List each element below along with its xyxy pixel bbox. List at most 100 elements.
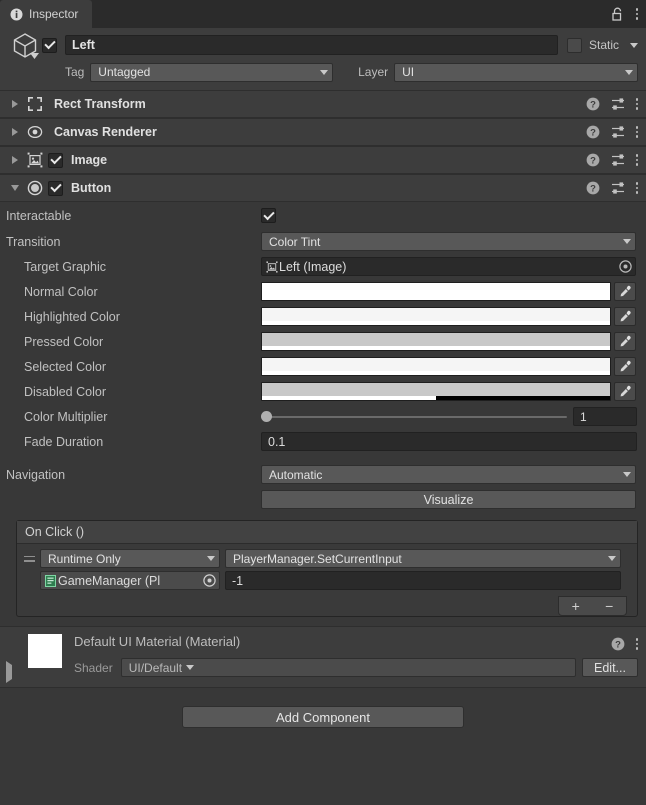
target-graphic-label: Target Graphic [24, 259, 106, 274]
drag-handle-icon[interactable] [23, 555, 35, 562]
remove-event-button[interactable]: − [593, 599, 627, 613]
row-pressed-color: Pressed Color [6, 329, 640, 354]
eyedropper-icon[interactable] [614, 282, 636, 301]
color-multiplier-slider[interactable] [261, 407, 567, 426]
disabled-color-field[interactable] [261, 382, 636, 401]
row-target-graphic: Target Graphic Left (Image) [6, 254, 640, 279]
add-event-button[interactable]: + [559, 599, 593, 613]
material-foldout-icon[interactable] [6, 661, 12, 683]
help-icon[interactable]: ? [586, 153, 600, 167]
foldout-arrow-icon[interactable] [6, 185, 24, 191]
kebab-menu-icon[interactable] [635, 638, 638, 650]
static-checkbox[interactable] [566, 37, 582, 53]
gameobject-name-field[interactable]: Left [65, 35, 558, 55]
static-dropdown-caret-icon[interactable] [630, 42, 638, 48]
svg-text:?: ? [590, 184, 596, 195]
static-toggle-group[interactable]: Static [566, 37, 638, 53]
event-object-value: GameManager (Pl [58, 573, 161, 588]
pressed-color-field[interactable] [261, 332, 636, 351]
eyedropper-icon[interactable] [614, 307, 636, 326]
preset-icon[interactable] [611, 97, 625, 111]
foldout-arrow-icon[interactable] [6, 100, 24, 108]
cube-dropdown-caret-icon[interactable] [30, 48, 39, 62]
tab-inspector[interactable]: Inspector [0, 0, 93, 28]
help-icon[interactable]: ? [586, 181, 600, 195]
color-swatch[interactable] [261, 307, 611, 326]
kebab-menu-icon[interactable] [635, 126, 638, 138]
color-swatch[interactable] [261, 382, 611, 401]
target-graphic-value: Left (Image) [279, 259, 347, 274]
fade-duration-label: Fade Duration [24, 434, 104, 449]
event-argument-input[interactable]: -1 [225, 571, 621, 590]
highlighted-color-field[interactable] [261, 307, 636, 326]
preset-icon[interactable] [611, 125, 625, 139]
help-icon[interactable]: ? [586, 97, 600, 111]
cube-icon[interactable] [8, 31, 42, 59]
normal-color-field[interactable] [261, 282, 636, 301]
visualize-button[interactable]: Visualize [261, 490, 636, 509]
tag-value: Untagged [98, 65, 151, 79]
help-icon[interactable]: ? [586, 125, 600, 139]
event-timing-value: Runtime Only [48, 551, 121, 566]
color-swatch[interactable] [261, 282, 611, 301]
foldout-arrow-icon[interactable] [6, 128, 24, 136]
layer-label: Layer [358, 65, 389, 79]
eyedropper-icon[interactable] [614, 382, 636, 401]
eyedropper-icon[interactable] [614, 357, 636, 376]
kebab-menu-icon[interactable] [635, 182, 638, 194]
selected-color-field[interactable] [261, 357, 636, 376]
component-header-canvas-renderer[interactable]: Canvas Renderer ? [0, 118, 646, 146]
svg-text:?: ? [590, 156, 596, 167]
shader-dropdown[interactable]: UI/Default [120, 658, 576, 677]
lock-open-icon[interactable] [611, 7, 624, 22]
color-multiplier-value[interactable]: 1 [573, 407, 637, 426]
component-title: Button [71, 181, 112, 195]
kebab-menu-icon[interactable] [635, 154, 638, 166]
kebab-menu-icon[interactable] [635, 8, 638, 20]
gameobject-enabled-checkbox[interactable] [42, 37, 57, 53]
image-enabled-checkbox[interactable] [48, 152, 63, 168]
navigation-dropdown[interactable]: Automatic [261, 465, 636, 484]
event-timing-dropdown[interactable]: Runtime Only [40, 549, 220, 568]
row-color-multiplier: Color Multiplier 1 [6, 404, 640, 429]
button-enabled-checkbox[interactable] [48, 180, 63, 196]
row-interactable: Interactable [6, 202, 640, 229]
kebab-menu-icon[interactable] [635, 98, 638, 110]
svg-text:?: ? [590, 100, 596, 111]
object-picker-icon[interactable] [202, 573, 217, 588]
color-swatch[interactable] [261, 357, 611, 376]
row-selected-color: Selected Color [6, 354, 640, 379]
component-header-image[interactable]: Image ? [0, 146, 646, 174]
component-header-rect-transform[interactable]: Rect Transform ? [0, 90, 646, 118]
add-component-area: Add Component [0, 706, 646, 728]
add-component-button[interactable]: Add Component [182, 706, 464, 728]
material-header-actions: ? [611, 637, 638, 651]
color-multiplier-label: Color Multiplier [24, 409, 108, 424]
fade-duration-input[interactable]: 0.1 [261, 432, 637, 451]
component-header-button[interactable]: Button ? [0, 174, 646, 202]
preset-icon[interactable] [611, 153, 625, 167]
button-icon [24, 180, 46, 196]
event-object-field[interactable]: GameManager (Pl [40, 571, 220, 590]
image-icon [266, 260, 278, 273]
target-graphic-objectfield[interactable]: Left (Image) [261, 257, 636, 276]
shader-edit-button[interactable]: Edit... [582, 658, 638, 677]
tag-dropdown[interactable]: Untagged [90, 62, 334, 82]
on-click-event-list: On Click () Runtime Only PlayerManager.S… [16, 520, 638, 617]
layer-dropdown[interactable]: UI [394, 62, 638, 82]
color-swatch[interactable] [261, 332, 611, 351]
script-icon [45, 574, 56, 587]
slider-knob[interactable] [261, 411, 272, 422]
inspector-tabbar: Inspector [0, 0, 646, 28]
eyedropper-icon[interactable] [614, 332, 636, 351]
event-function-dropdown[interactable]: PlayerManager.SetCurrentInput [225, 549, 621, 568]
transition-dropdown[interactable]: Color Tint [261, 232, 636, 251]
interactable-checkbox[interactable] [261, 208, 276, 223]
foldout-arrow-icon[interactable] [6, 156, 24, 164]
event-add-remove-buttons: + − [558, 596, 627, 616]
help-icon[interactable]: ? [611, 637, 625, 651]
preset-icon[interactable] [611, 181, 625, 195]
component-title: Rect Transform [54, 97, 146, 111]
chevron-down-icon [608, 556, 616, 561]
object-picker-icon[interactable] [618, 259, 633, 274]
